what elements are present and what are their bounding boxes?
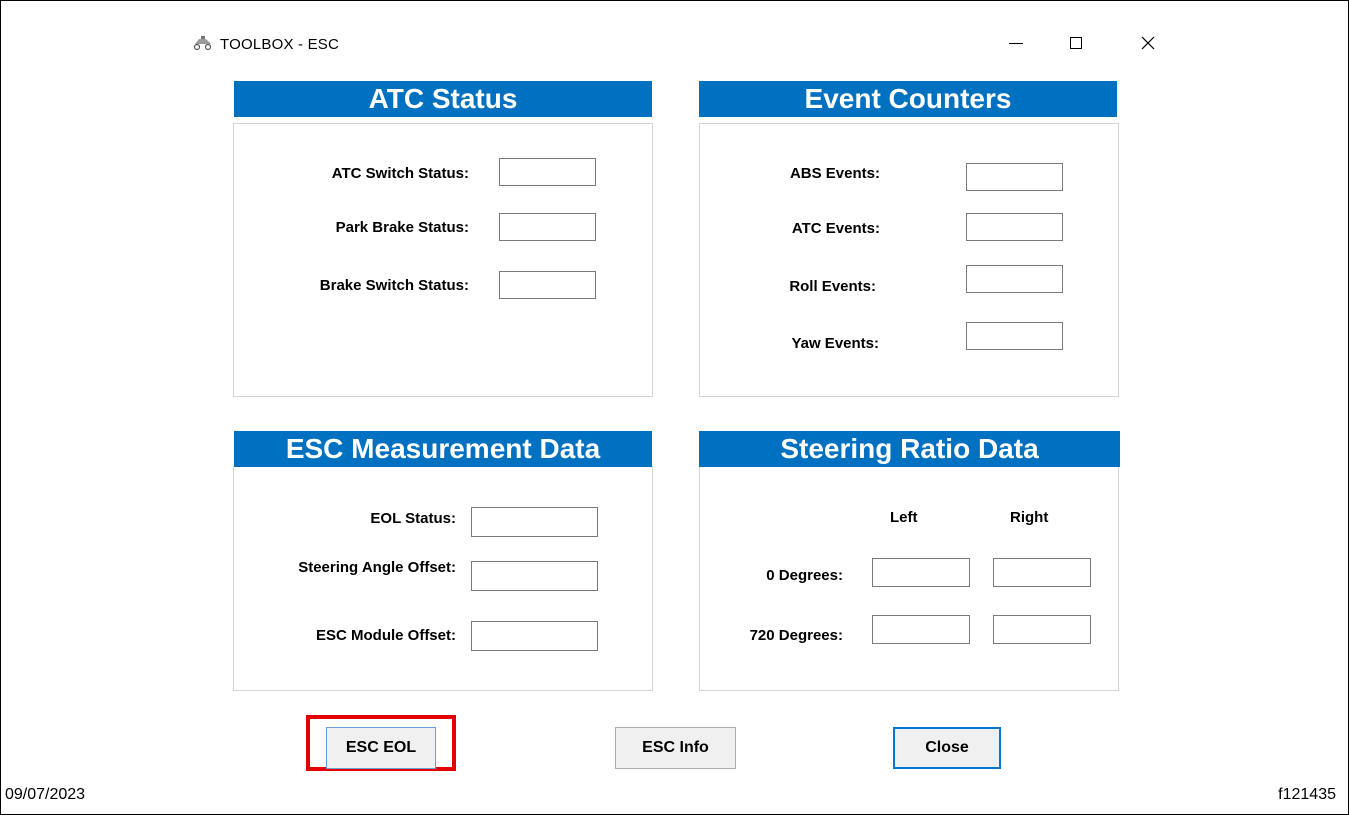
abs-events-label: ABS Events: <box>789 165 880 182</box>
yaw-events-field[interactable] <box>966 322 1063 350</box>
window-title: TOOLBOX - ESC <box>220 36 340 53</box>
brake-switch-status-label: Brake Switch Status: <box>319 277 469 294</box>
zero-degrees-label: 0 Degrees: <box>766 567 843 584</box>
minimize-button[interactable] <box>996 28 1036 58</box>
park-brake-status-field[interactable] <box>499 213 596 241</box>
zero-degrees-right-field[interactable] <box>993 558 1091 587</box>
atc-events-field[interactable] <box>966 213 1063 241</box>
esc-eol-button[interactable]: ESC EOL <box>326 727 436 769</box>
seven-twenty-degrees-right-field[interactable] <box>993 615 1091 644</box>
image-frame <box>0 0 1349 815</box>
close-button[interactable]: Close <box>893 727 1001 769</box>
seven-twenty-degrees-left-field[interactable] <box>872 615 970 644</box>
steering-angle-offset-label: Steering Angle Offset: <box>298 559 456 576</box>
yaw-events-label: Yaw Events: <box>791 335 879 352</box>
steering-angle-offset-field[interactable] <box>471 561 598 591</box>
roll-events-field[interactable] <box>966 265 1063 293</box>
left-column-header: Left <box>890 509 918 526</box>
close-window-button[interactable] <box>1128 28 1168 58</box>
right-column-header: Right <box>1010 509 1049 526</box>
esc-module-offset-label: ESC Module Offset: <box>315 627 456 644</box>
date-stamp: 09/07/2023 <box>5 786 86 803</box>
abs-events-field[interactable] <box>966 163 1063 191</box>
atc-status-heading: ATC Status <box>234 81 652 117</box>
maximize-button[interactable] <box>1056 28 1096 58</box>
roll-events-label: Roll Events: <box>789 278 876 295</box>
atc-switch-status-label: ATC Switch Status: <box>331 165 469 182</box>
park-brake-status-label: Park Brake Status: <box>335 219 469 236</box>
maximize-icon <box>1070 37 1082 49</box>
seven-twenty-degrees-label: 720 Degrees: <box>749 627 843 644</box>
steering-ratio-heading: Steering Ratio Data <box>699 431 1120 467</box>
eol-status-field[interactable] <box>471 507 598 537</box>
event-counters-heading: Event Counters <box>699 81 1117 117</box>
figure-id: f121435 <box>1278 786 1336 803</box>
atc-switch-status-field[interactable] <box>499 158 596 186</box>
atc-events-label: ATC Events: <box>791 220 880 237</box>
toolbox-icon <box>193 35 213 51</box>
esc-module-offset-field[interactable] <box>471 621 598 651</box>
eol-status-label: EOL Status: <box>370 510 456 527</box>
close-icon <box>1141 36 1155 50</box>
brake-switch-status-field[interactable] <box>499 271 596 299</box>
minimize-icon <box>1009 43 1023 44</box>
zero-degrees-left-field[interactable] <box>872 558 970 587</box>
esc-measurement-heading: ESC Measurement Data <box>234 431 652 467</box>
esc-info-button[interactable]: ESC Info <box>615 727 736 769</box>
